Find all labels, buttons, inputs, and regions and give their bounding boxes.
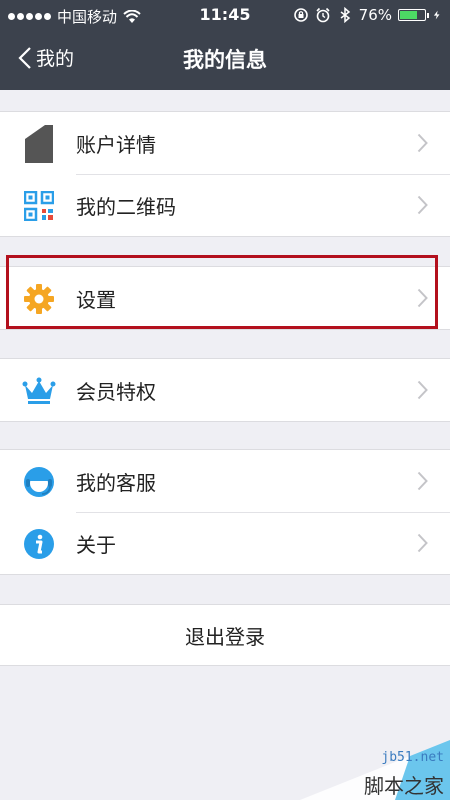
page-title: 我的信息	[183, 48, 267, 72]
list-item-about[interactable]: 关于	[0, 512, 450, 574]
customer-service-icon	[22, 465, 56, 499]
battery-percent: 76%	[358, 6, 392, 24]
watermark-name: 脚本之家	[364, 774, 444, 798]
bluetooth-icon	[340, 7, 350, 23]
logout-button[interactable]: 退出登录	[0, 604, 450, 666]
list-item-account-details[interactable]: 账户详情	[0, 112, 450, 174]
list-item-customer-service[interactable]: 我的客服	[0, 450, 450, 512]
watermark: jb51.net 脚本之家	[300, 730, 450, 800]
membership-group: 会员特权	[0, 358, 450, 422]
chevron-right-icon	[417, 380, 428, 400]
crown-icon	[22, 374, 56, 408]
info-icon	[22, 527, 56, 561]
account-icon	[22, 125, 56, 163]
chevron-right-icon	[417, 195, 428, 215]
battery-icon	[398, 9, 429, 21]
navigation-bar: 我的 我的信息	[0, 30, 450, 90]
watermark-site: jb51.net	[381, 750, 444, 765]
list-item-my-qr-code[interactable]: 我的二维码	[0, 174, 450, 236]
list-item-label: 我的二维码	[76, 194, 176, 219]
chevron-right-icon	[417, 533, 428, 553]
rotation-lock-icon	[293, 8, 308, 22]
list-item-label: 会员特权	[76, 379, 156, 404]
chevron-right-icon	[417, 471, 428, 491]
list-item-label: 我的客服	[76, 470, 156, 495]
highlight-box	[6, 255, 438, 329]
qr-code-icon	[22, 189, 56, 223]
top-bar: 中国移动 11:45 76% 我的 我的信息	[0, 0, 450, 90]
alarm-icon	[316, 7, 330, 23]
list-item-member-privileges[interactable]: 会员特权	[0, 359, 450, 421]
support-group: 我的客服 关于	[0, 449, 450, 575]
chevron-right-icon	[417, 133, 428, 153]
list-item-label: 关于	[76, 532, 116, 557]
status-bar: 中国移动 11:45 76%	[0, 0, 450, 30]
list-item-label: 账户详情	[76, 132, 156, 157]
charging-icon	[433, 10, 440, 20]
account-group: 账户详情 我的二维码	[0, 111, 450, 237]
